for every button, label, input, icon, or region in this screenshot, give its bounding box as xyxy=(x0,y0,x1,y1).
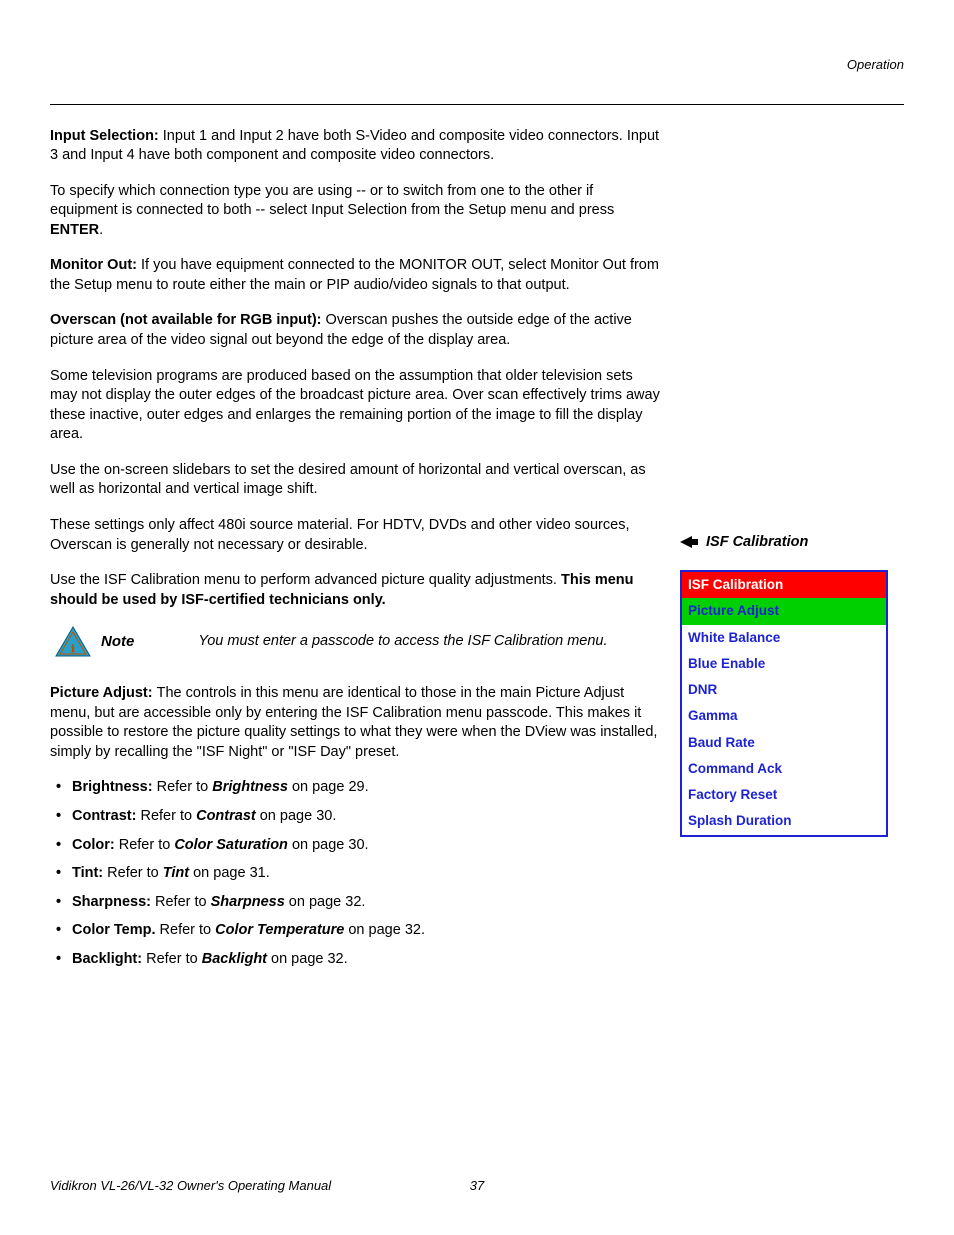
side-heading-text: ISF Calibration xyxy=(706,533,808,553)
bullet-label: Color: xyxy=(72,837,115,853)
para-specify-connection: To specify which connection type you are… xyxy=(50,182,660,241)
para-480i: These settings only affect 480i source m… xyxy=(50,516,660,555)
bullet-ref: Sharpness xyxy=(211,894,285,910)
note-triangle-icon: ℹ xyxy=(55,626,91,658)
svg-text:ℹ: ℹ xyxy=(71,644,75,655)
header-rule xyxy=(50,104,904,105)
bullet-label: Brightness: xyxy=(72,779,153,795)
enter-key: ENTER xyxy=(50,222,99,238)
bullet-color: Color: Refer to Color Saturation on page… xyxy=(72,836,660,856)
bullet-pre: Refer to xyxy=(151,894,211,910)
menu-item-command-ack: Command Ack xyxy=(682,756,886,782)
main-column: Input Selection: Input 1 and Input 2 hav… xyxy=(50,127,660,979)
para-overscan: Overscan (not available for RGB input): … xyxy=(50,311,660,350)
note-block: ℹ Note You must enter a passcode to acce… xyxy=(55,626,660,658)
bullet-label: Backlight: xyxy=(72,951,142,967)
para-picture-adjust: Picture Adjust: The controls in this men… xyxy=(50,684,660,762)
page-footer: Vidikron VL-26/VL-32 Owner's Operating M… xyxy=(50,1177,904,1195)
bullet-sharpness: Sharpness: Refer to Sharpness on page 32… xyxy=(72,893,660,913)
lead-picture-adjust: Picture Adjust: xyxy=(50,685,157,701)
para-input-selection: Input Selection: Input 1 and Input 2 hav… xyxy=(50,127,660,166)
bullet-post: on page 32. xyxy=(285,894,366,910)
text-specify-1: To specify which connection type you are… xyxy=(50,183,614,219)
bullet-ref: Brightness xyxy=(212,779,288,795)
bullet-post: on page 32. xyxy=(344,922,425,938)
isf-menu-box: ISF Calibration Picture Adjust White Bal… xyxy=(680,570,888,837)
bullet-pre: Refer to xyxy=(115,837,175,853)
menu-item-splash-duration: Splash Duration xyxy=(682,808,886,834)
bullet-ref: Tint xyxy=(163,865,189,881)
text-monitor-out: If you have equipment connected to the M… xyxy=(50,257,659,293)
bullet-label: Sharpness: xyxy=(72,894,151,910)
menu-item-blue-enable: Blue Enable xyxy=(682,651,886,677)
arrow-left-icon xyxy=(680,535,698,549)
footer-page-number: 37 xyxy=(470,1177,484,1195)
menu-item-gamma: Gamma xyxy=(682,703,886,729)
bullet-pre: Refer to xyxy=(156,922,216,938)
menu-item-dnr: DNR xyxy=(682,677,886,703)
para-slidebars: Use the on-screen slidebars to set the d… xyxy=(50,461,660,500)
note-label: Note xyxy=(101,632,134,652)
menu-item-white-balance: White Balance xyxy=(682,625,886,651)
bullet-pre: Refer to xyxy=(142,951,202,967)
bullet-post: on page 32. xyxy=(267,951,348,967)
bullet-pre: Refer to xyxy=(153,779,213,795)
side-column: ISF Calibration ISF Calibration Picture … xyxy=(680,127,904,979)
bullet-contrast: Contrast: Refer to Contrast on page 30. xyxy=(72,807,660,827)
bullet-pre: Refer to xyxy=(136,808,196,824)
bullet-label: Color Temp. xyxy=(72,922,156,938)
bullet-post: on page 31. xyxy=(189,865,270,881)
note-text: You must enter a passcode to access the … xyxy=(198,632,607,652)
bullet-post: on page 30. xyxy=(256,808,337,824)
text-specify-2: . xyxy=(99,222,103,238)
para-monitor-out: Monitor Out: If you have equipment conne… xyxy=(50,256,660,295)
bullet-color-temp: Color Temp. Refer to Color Temperature o… xyxy=(72,921,660,941)
bullet-backlight: Backlight: Refer to Backlight on page 32… xyxy=(72,950,660,970)
bullet-post: on page 30. xyxy=(288,837,369,853)
lead-monitor-out: Monitor Out: xyxy=(50,257,141,273)
menu-item-factory-reset: Factory Reset xyxy=(682,782,886,808)
bullet-label: Tint: xyxy=(72,865,103,881)
para-tv-programs: Some television programs are produced ba… xyxy=(50,367,660,445)
menu-highlight: Picture Adjust xyxy=(682,598,886,624)
para-isf-intro: Use the ISF Calibration menu to perform … xyxy=(50,571,660,610)
bullet-ref: Contrast xyxy=(196,808,256,824)
bullet-ref: Color Saturation xyxy=(174,837,288,853)
bullet-pre: Refer to xyxy=(103,865,163,881)
text-isf-intro: Use the ISF Calibration menu to perform … xyxy=(50,572,561,588)
bullet-tint: Tint: Refer to Tint on page 31. xyxy=(72,864,660,884)
bullet-post: on page 29. xyxy=(288,779,369,795)
lead-input-selection: Input Selection: xyxy=(50,128,163,144)
bullet-brightness: Brightness: Refer to Brightness on page … xyxy=(72,778,660,798)
header-section-label: Operation xyxy=(50,56,904,74)
bullet-ref: Color Temperature xyxy=(215,922,344,938)
lead-overscan: Overscan (not available for RGB input): xyxy=(50,312,326,328)
bullet-label: Contrast: xyxy=(72,808,136,824)
menu-item-baud-rate: Baud Rate xyxy=(682,730,886,756)
side-heading: ISF Calibration xyxy=(680,533,904,553)
menu-title: ISF Calibration xyxy=(682,572,886,598)
bullet-list: Brightness: Refer to Brightness on page … xyxy=(50,778,660,969)
bullet-ref: Backlight xyxy=(202,951,267,967)
